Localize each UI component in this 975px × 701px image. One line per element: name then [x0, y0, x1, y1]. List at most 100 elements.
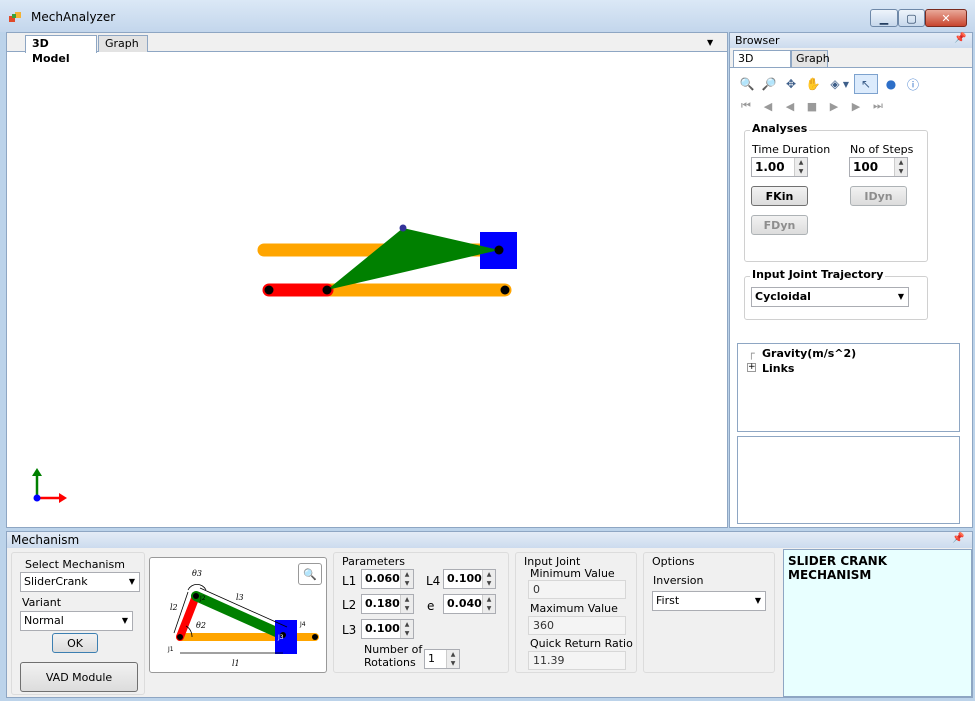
joint-j3 — [494, 245, 504, 255]
pan-hand-icon[interactable]: ✋ — [804, 75, 822, 93]
next-frame-icon[interactable]: ▶ — [848, 99, 864, 113]
vad-module-button[interactable]: VAD Module — [20, 662, 138, 692]
last-frame-icon[interactable]: ⏭ — [870, 99, 886, 113]
rotations-input[interactable]: 1 ▲ ▼ — [424, 649, 460, 669]
parameters-group: Parameters L1 0.0600 ▲ ▼ L4 0.1000 ▲ ▼ L2 … — [333, 552, 509, 673]
chevron-down-icon: ▼ — [128, 577, 135, 586]
axis-x-arrow — [59, 493, 67, 503]
time-duration-spin-icon[interactable]: ▲ ▼ — [794, 158, 807, 176]
stop-icon[interactable]: ■ — [804, 99, 820, 113]
mechanism-panel: Mechanism 📌 Select Mechanism SliderCrank… — [6, 531, 973, 698]
pin-icon[interactable]: 📌 — [954, 33, 966, 44]
minimize-button[interactable]: ▁ — [870, 9, 898, 27]
browser-header: Browser — [730, 33, 972, 48]
tree-expand-icon[interactable]: + — [747, 363, 756, 372]
select-mechanism-group: Select Mechanism SliderCrank ▼ Variant N… — [11, 552, 145, 695]
properties-tree: ┌ Gravity(m/s^2) + Links — [737, 343, 960, 432]
ok-button[interactable]: OK — [52, 633, 98, 653]
browser-tab-graph[interactable]: Graph — [791, 50, 830, 67]
close-button[interactable]: ✕ — [925, 9, 967, 27]
l2-input[interactable]: 0.1800 ▲ ▼ — [361, 594, 414, 614]
options-group: Options Inversion First ▼ — [643, 552, 775, 673]
steps-value: 100 — [853, 160, 879, 174]
variant-label: Variant — [22, 596, 62, 609]
l4-input[interactable]: 0.1000 ▲ ▼ — [443, 569, 496, 589]
inversion-select[interactable]: First ▼ — [652, 591, 766, 611]
joint-j2 — [322, 285, 332, 295]
play-reverse-icon[interactable]: ◀ — [782, 99, 798, 113]
l1-spin-icon[interactable]: ▲ ▼ — [400, 570, 413, 588]
tab-3d-model[interactable]: 3D Model — [25, 35, 97, 65]
idyn-button[interactable]: IDyn — [850, 186, 907, 206]
diagram-j2 — [193, 593, 199, 599]
rotations-label-line2: Rotations — [364, 656, 416, 669]
3d-viewport[interactable] — [7, 52, 727, 527]
l1-input[interactable]: 0.0600 ▲ ▼ — [361, 569, 414, 589]
mechanism-select[interactable]: SliderCrank ▼ — [20, 572, 140, 592]
view-dropdown-icon[interactable]: ▼ — [841, 75, 851, 93]
l3-input[interactable]: 0.1000 ▲ ▼ — [361, 619, 414, 639]
play-icon[interactable]: ▶ — [826, 99, 842, 113]
l4-spin-icon[interactable]: ▲ ▼ — [482, 570, 495, 588]
diagram-crank-link — [176, 592, 200, 641]
trajectory-select[interactable]: Cycloidal ▼ — [751, 287, 909, 307]
e-input[interactable]: 0.0400 ▲ ▼ — [443, 594, 496, 614]
prev-frame-icon[interactable]: ◀ — [760, 99, 776, 113]
tab-list-dropdown-icon[interactable]: ▼ — [707, 38, 713, 47]
min-value-label: Minimum Value — [530, 567, 615, 580]
maximize-icon: ▢ — [906, 11, 917, 25]
chevron-down-icon: ▼ — [754, 596, 761, 605]
time-duration-value: 1.00 — [755, 160, 785, 174]
zoom-in-icon[interactable]: 🔍 — [738, 75, 756, 93]
variant-value: Normal — [24, 614, 64, 627]
variant-select[interactable]: Normal ▼ — [20, 611, 133, 631]
browser-tab-3d-model[interactable]: 3D Model — [733, 50, 791, 81]
info-icon[interactable]: ⓘ — [904, 75, 922, 93]
max-value-label: Maximum Value — [530, 602, 618, 615]
axis-y-arrow — [32, 468, 42, 476]
fdyn-button[interactable]: FDyn — [751, 215, 808, 235]
first-frame-icon[interactable]: ⏮ — [738, 99, 754, 113]
coupler-link — [327, 228, 499, 290]
inversion-label: Inversion — [653, 574, 704, 587]
diagram-zoom-button[interactable]: 🔍 — [298, 563, 322, 585]
steps-input[interactable]: 100 ▲ ▼ — [849, 157, 908, 177]
min-value-field: 0 — [528, 580, 626, 599]
tree-item-gravity[interactable]: Gravity(m/s^2) — [762, 347, 856, 360]
mechanism-title: Mechanism — [11, 533, 80, 547]
chevron-down-icon: ▼ — [897, 292, 904, 301]
fkin-button[interactable]: FKin — [751, 186, 808, 206]
app-icon — [9, 12, 21, 22]
qrr-label: Quick Return Ratio — [530, 637, 633, 650]
l2-spin-icon[interactable]: ▲ ▼ — [400, 595, 413, 613]
mechanism-description: SLIDER CRANK MECHANISM — [783, 549, 972, 697]
maximize-button[interactable]: ▢ — [898, 9, 925, 27]
rotations-spin-icon[interactable]: ▲ ▼ — [446, 650, 459, 668]
diagram-j1 — [177, 634, 183, 640]
diagram-l1-label: l1 — [232, 659, 240, 668]
zoom-out-icon[interactable]: 🔎 — [760, 75, 778, 93]
e-spin-icon[interactable]: ▲ ▼ — [482, 595, 495, 613]
joint-j1 — [264, 285, 274, 295]
steps-spin-icon[interactable]: ▲ ▼ — [894, 158, 907, 176]
mechanism-pin-icon[interactable]: 📌 — [952, 533, 964, 544]
mechanism-diagram: θ3 l2 l3 θ2 J1 J2 J3 J4 l1 🔍 — [149, 557, 327, 673]
browser-title: Browser — [735, 34, 780, 47]
l3-label: L3 — [342, 623, 357, 637]
diagram-j3-label: J3 — [277, 634, 284, 641]
diagram-theta2-label: θ2 — [196, 621, 206, 630]
select-pointer-icon[interactable]: ↖ — [854, 74, 878, 94]
select-mechanism-label: Select Mechanism — [25, 558, 125, 571]
tab-graph[interactable]: Graph — [98, 35, 148, 52]
help-icon[interactable]: ● — [882, 75, 900, 93]
window-title: MechAnalyzer — [31, 10, 116, 24]
time-duration-input[interactable]: 1.00 ▲ ▼ — [751, 157, 808, 177]
browser-panel: Browser 📌 3D Model Graph 🔍 🔎 ✥ ✋ ◈ ▼ ↖ ●… — [729, 32, 973, 528]
rotations-value: 1 — [428, 652, 435, 665]
max-value-field: 360 — [528, 616, 626, 635]
l3-spin-icon[interactable]: ▲ ▼ — [400, 620, 413, 638]
rotate-icon[interactable]: ✥ — [782, 75, 800, 93]
tree-item-links[interactable]: Links — [762, 362, 794, 375]
inversion-value: First — [656, 594, 680, 607]
axis-z — [33, 494, 41, 502]
